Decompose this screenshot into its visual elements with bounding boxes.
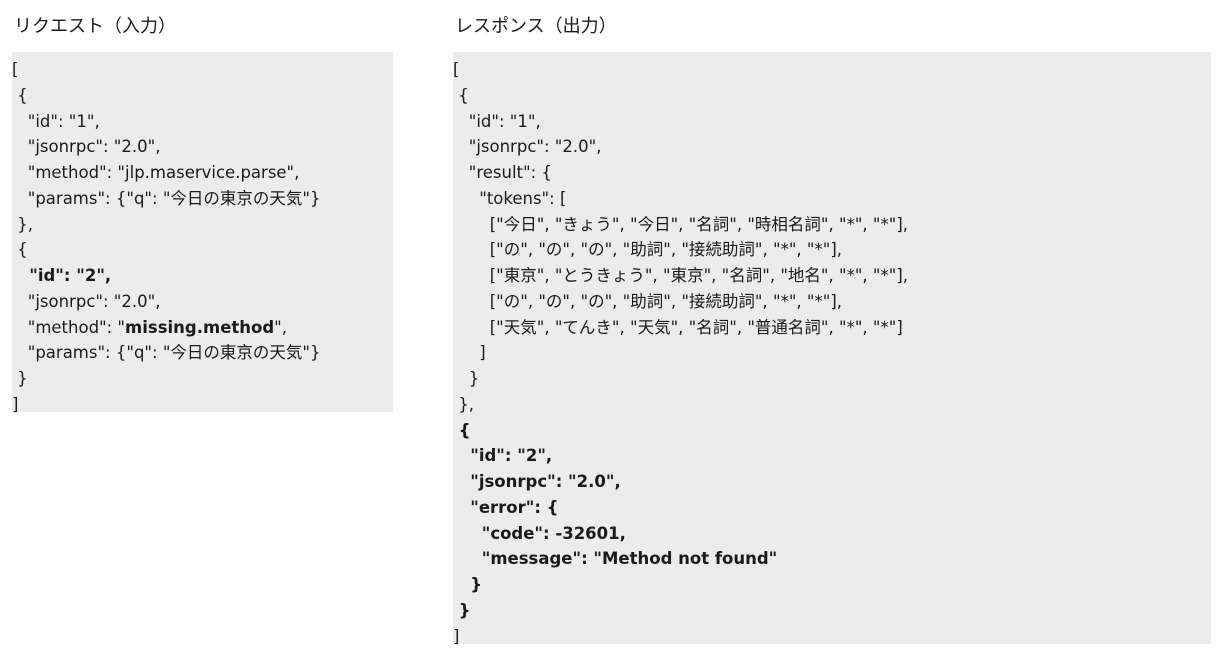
code-segment: { (12, 240, 28, 260)
code-segment: { (12, 85, 28, 105)
code-segment-bold: "message": "Method not found" (453, 549, 778, 569)
code-segment: ", (274, 317, 288, 337)
code-line: "jsonrpc": "2.0", (453, 134, 1211, 160)
code-segment: ["天気", "てんき", "天気", "名詞", "普通名詞", "*", "… (453, 317, 903, 337)
code-segment: ["の", "の", "の", "助詞", "接続助詞", "*", "*"], (453, 291, 843, 311)
code-line: { (453, 418, 1211, 444)
code-segment: "jsonrpc": "2.0", (12, 291, 161, 311)
code-line: }, (12, 212, 393, 238)
response-panel-title: レスポンス（出力） (455, 16, 617, 37)
code-line: "result": { (453, 160, 1211, 186)
code-line: } (453, 572, 1211, 598)
code-segment: ] (453, 626, 460, 646)
code-segment-bold: "error": { (453, 497, 559, 517)
code-line: "id": "2", (453, 443, 1211, 469)
code-line: "id": "1", (453, 109, 1211, 135)
response-code-block: [ { "id": "1", "jsonrpc": "2.0", "result… (453, 52, 1211, 646)
code-line: ["の", "の", "の", "助詞", "接続助詞", "*", "*"], (453, 289, 1211, 315)
code-line: "id": "1", (12, 109, 393, 135)
code-segment: "jsonrpc": "2.0", (453, 137, 602, 157)
code-segment-bold: "code": -32601, (453, 523, 626, 543)
code-line: "params": {"q": "今日の東京の天気"} (12, 340, 393, 366)
code-segment: } (12, 369, 28, 388)
code-line: "jsonrpc": "2.0", (453, 469, 1211, 495)
code-segment: ] (453, 343, 486, 363)
code-line: } (453, 366, 1211, 392)
code-line: [ (12, 57, 393, 83)
code-line: "id": "2", (12, 263, 393, 289)
code-line: ] (12, 392, 393, 418)
code-line: "message": "Method not found" (453, 546, 1211, 572)
code-line: "jsonrpc": "2.0", (12, 289, 393, 315)
code-segment-bold: missing.method (125, 317, 275, 337)
code-segment: "id": "1", (453, 111, 541, 131)
code-line: ] (453, 340, 1211, 366)
code-segment: "params": {"q": "今日の東京の天気"} (12, 343, 321, 363)
code-line: "error": { (453, 495, 1211, 521)
code-segment: } (453, 369, 480, 388)
request-panel-title: リクエスト（入力） (14, 16, 176, 37)
code-line: }, (453, 392, 1211, 418)
code-line: ["の", "の", "の", "助詞", "接続助詞", "*", "*"], (453, 237, 1211, 263)
code-segment: }, (453, 394, 474, 414)
code-line: ["東京", "とうきょう", "東京", "名詞", "地名", "*", "… (453, 263, 1211, 289)
code-segment: ["今日", "きょう", "今日", "名詞", "時相名詞", "*", "… (453, 214, 909, 234)
code-line: ["今日", "きょう", "今日", "名詞", "時相名詞", "*", "… (453, 212, 1211, 238)
code-segment: "tokens": [ (453, 188, 567, 208)
code-segment: [ (12, 60, 19, 79)
request-code-block: [ { "id": "1", "jsonrpc": "2.0", "method… (12, 52, 393, 414)
code-segment: ["東京", "とうきょう", "東京", "名詞", "地名", "*", "… (453, 266, 909, 285)
code-segment: "id": "1", (12, 111, 100, 131)
code-line: } (12, 366, 393, 392)
code-segment: { (453, 85, 469, 105)
code-segment-bold: } (453, 575, 482, 594)
code-line: "method": "missing.method", (12, 315, 393, 341)
code-segment: "method": " (12, 317, 126, 337)
code-line: ["天気", "てんき", "天気", "名詞", "普通名詞", "*", "… (453, 315, 1211, 341)
code-line: { (12, 83, 393, 109)
code-segment: "params": {"q": "今日の東京の天気"} (12, 188, 321, 208)
code-segment: "jsonrpc": "2.0", (12, 137, 161, 157)
code-segment: ] (12, 394, 19, 414)
code-line: "method": "jlp.maservice.parse", (12, 160, 393, 186)
code-segment-bold: "id": "2", (12, 266, 112, 285)
code-line: "code": -32601, (453, 521, 1211, 547)
code-line: "jsonrpc": "2.0", (12, 134, 393, 160)
code-line: } (453, 598, 1211, 624)
code-segment-bold: "id": "2", (453, 446, 553, 466)
code-segment: ["の", "の", "の", "助詞", "接続助詞", "*", "*"], (453, 240, 843, 260)
code-line: ] (453, 624, 1211, 650)
code-segment: }, (12, 214, 33, 234)
code-segment-bold: "jsonrpc": "2.0", (453, 472, 621, 491)
code-line: "tokens": [ (453, 186, 1211, 212)
code-segment-bold: { (453, 420, 471, 440)
code-line: { (453, 83, 1211, 109)
code-line: "params": {"q": "今日の東京の天気"} (12, 186, 393, 212)
code-segment-bold: } (453, 600, 471, 620)
code-line: [ (453, 57, 1211, 83)
code-line: { (12, 237, 393, 263)
code-segment: [ (453, 60, 460, 79)
code-segment: "result": { (453, 163, 552, 182)
code-segment: "method": "jlp.maservice.parse", (12, 163, 300, 182)
